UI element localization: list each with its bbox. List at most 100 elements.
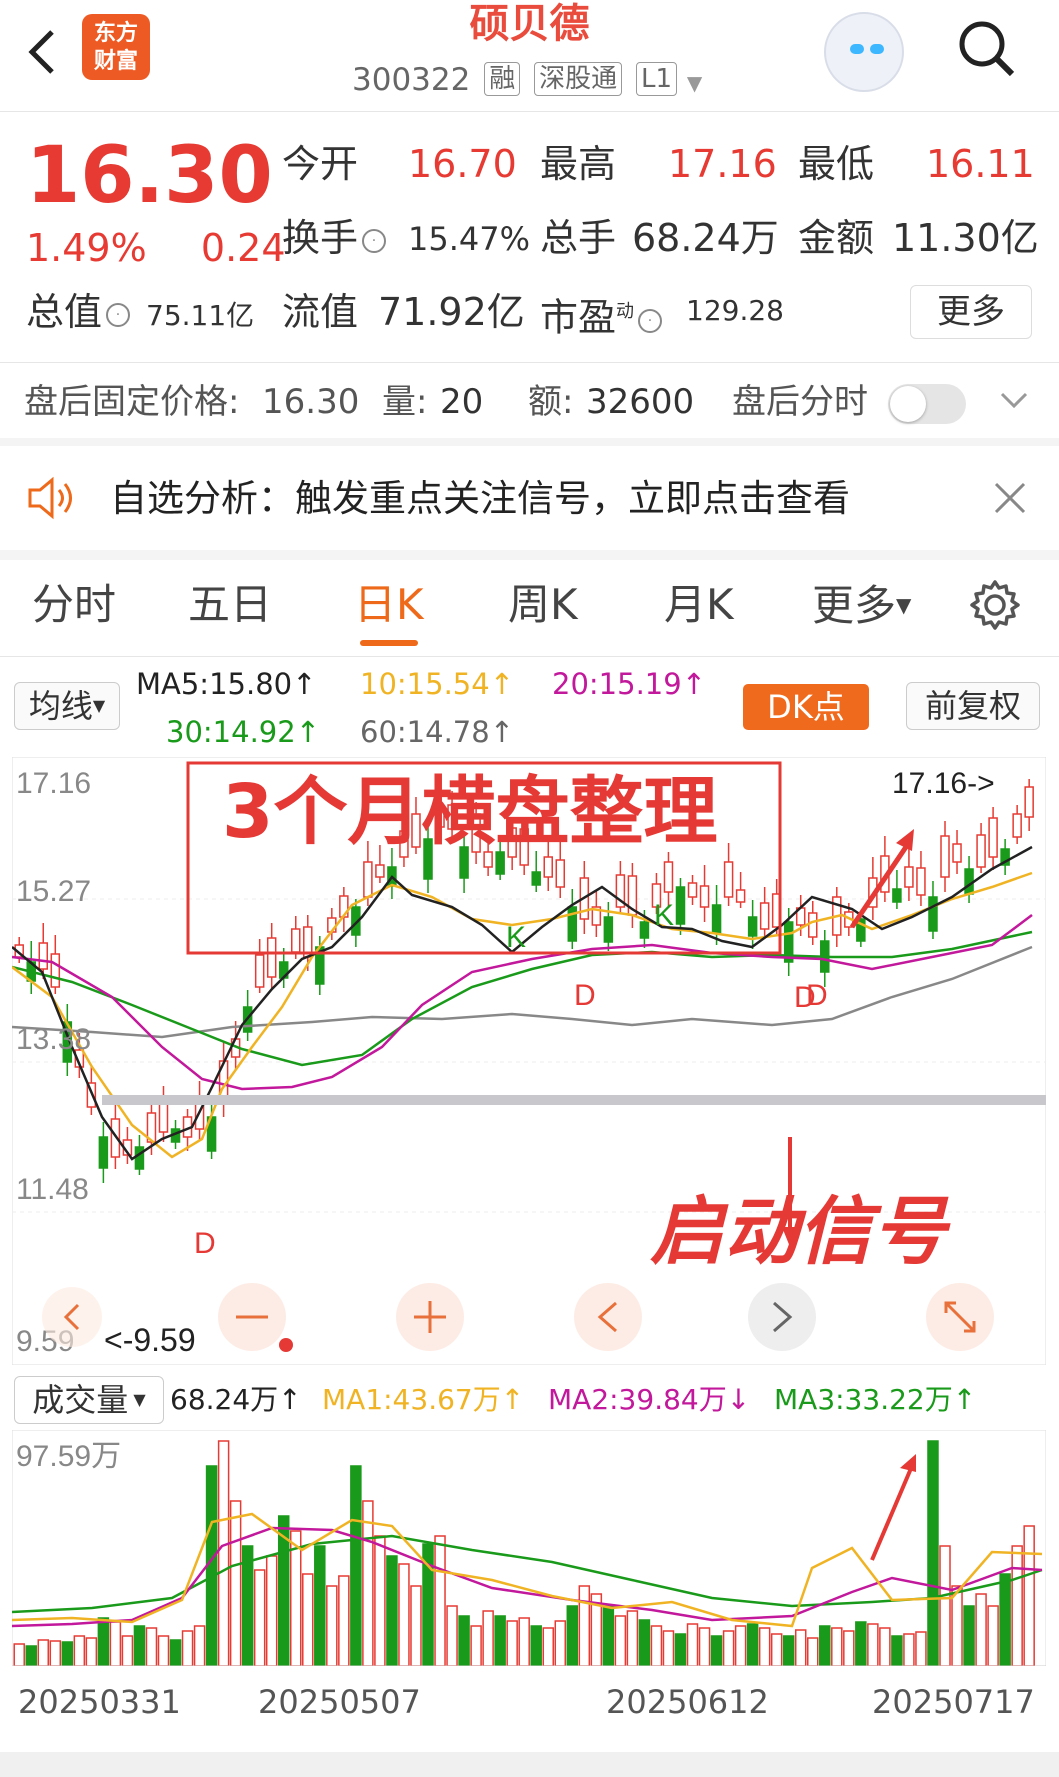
x-axis-date: 20250507 bbox=[258, 1683, 421, 1721]
volume-bar bbox=[602, 1605, 615, 1666]
volume-bar bbox=[614, 1615, 627, 1666]
volume-bar bbox=[506, 1620, 518, 1666]
close-icon[interactable] bbox=[992, 480, 1028, 520]
after-hours-toggle[interactable] bbox=[888, 384, 966, 424]
volume-bar bbox=[554, 1620, 567, 1666]
volume-y-tick: 97.59万 bbox=[16, 1440, 121, 1473]
candle-body bbox=[988, 817, 998, 858]
volume-bar bbox=[145, 1627, 158, 1666]
volume-bar bbox=[650, 1625, 663, 1666]
info-icon[interactable]: · bbox=[362, 229, 387, 253]
volume-bar bbox=[169, 1639, 182, 1666]
candle-body bbox=[639, 921, 650, 939]
volume-bar bbox=[434, 1535, 446, 1666]
candle-body bbox=[375, 864, 385, 878]
candle-body bbox=[1012, 813, 1022, 838]
y-tick-label: 13.38 bbox=[16, 1023, 91, 1056]
bottom-scrollbar[interactable] bbox=[0, 1752, 1059, 1777]
tab-weekly-k[interactable]: 周K bbox=[508, 570, 578, 640]
volume-bar bbox=[819, 1625, 831, 1666]
float-value: 71.92亿 bbox=[378, 290, 525, 334]
indicator-selector[interactable]: 成交量 ▼ bbox=[14, 1376, 164, 1424]
candle-body bbox=[892, 888, 902, 903]
volume-bar bbox=[121, 1635, 134, 1666]
volume-bar bbox=[542, 1627, 554, 1666]
x-axis-date: 20250331 bbox=[18, 1683, 181, 1721]
settings-gear-icon[interactable] bbox=[968, 578, 1022, 636]
tab-more[interactable]: 更多▼ bbox=[812, 570, 911, 641]
search-icon[interactable] bbox=[956, 18, 1016, 78]
signal-k-mark: K bbox=[654, 899, 674, 932]
candle-body bbox=[363, 861, 373, 898]
low-value: 16.11 bbox=[926, 142, 1035, 186]
pe-value: 129.28 bbox=[686, 294, 784, 327]
scroll-first-button[interactable] bbox=[42, 1287, 102, 1347]
dk-point-button[interactable]: DK点 bbox=[743, 684, 869, 730]
volume-bar bbox=[241, 1545, 254, 1666]
candle-body bbox=[976, 834, 986, 868]
vol-ma3: MA3:33.22万↑ bbox=[774, 1383, 977, 1416]
dropdown-icon[interactable]: ▼ bbox=[687, 71, 702, 95]
zoom-out-button[interactable] bbox=[218, 1283, 286, 1351]
turnover-label: 换手 · bbox=[282, 214, 390, 262]
open-value: 16.70 bbox=[408, 142, 517, 186]
volume-chart[interactable]: 97.59万 bbox=[12, 1430, 1046, 1666]
volume-bar bbox=[903, 1633, 915, 1666]
start-signal-annotation: 启动信号 bbox=[650, 1189, 951, 1275]
tab-timeshare[interactable]: 分时 bbox=[32, 570, 116, 640]
info-icon[interactable]: · bbox=[638, 308, 663, 333]
volume-bar bbox=[302, 1573, 314, 1666]
after-hours-price: 16.30 bbox=[262, 382, 360, 422]
notice-bar[interactable]: 自选分析：触发重点关注信号，立即点击查看 bbox=[0, 446, 1059, 550]
candle-body bbox=[916, 867, 926, 896]
info-icon[interactable]: · bbox=[106, 303, 131, 327]
volume-bar bbox=[987, 1605, 999, 1666]
volume-bar bbox=[494, 1615, 506, 1666]
ma60-value: 60:14.78↑ bbox=[360, 715, 514, 749]
zoom-in-button[interactable] bbox=[396, 1283, 464, 1351]
candle-body bbox=[687, 882, 698, 898]
volume-bar bbox=[686, 1623, 699, 1666]
volume-bar bbox=[85, 1637, 98, 1666]
tag-margin: 融 bbox=[484, 62, 521, 96]
volume-bar bbox=[73, 1635, 86, 1666]
volume-bar bbox=[782, 1635, 795, 1666]
volume-bar bbox=[566, 1605, 579, 1666]
adjust-button[interactable]: 前复权 bbox=[906, 682, 1040, 730]
tab-monthly-k[interactable]: 月K bbox=[664, 570, 734, 640]
volume-bar bbox=[746, 1623, 759, 1666]
volume-bar bbox=[806, 1637, 819, 1666]
volume-bar bbox=[217, 1440, 230, 1666]
scroll-right-button[interactable] bbox=[748, 1283, 816, 1351]
pe-label: 市盈动 · bbox=[540, 288, 666, 342]
tab-five-day[interactable]: 五日 bbox=[188, 570, 272, 640]
stock-code: 300322 bbox=[352, 62, 471, 98]
change-row: 1.49% 0.24 bbox=[26, 224, 286, 272]
fullscreen-button[interactable] bbox=[926, 1283, 994, 1351]
divider bbox=[0, 362, 1059, 363]
x-axis-date: 20250612 bbox=[606, 1683, 769, 1721]
more-button[interactable]: 更多 bbox=[910, 285, 1032, 339]
volume-bar bbox=[939, 1545, 951, 1666]
scroll-left-button[interactable] bbox=[574, 1283, 642, 1351]
volume-label: 总手 bbox=[540, 216, 617, 260]
volume-bar bbox=[289, 1530, 302, 1666]
volume-bar bbox=[350, 1465, 362, 1666]
assistant-robot-icon[interactable] bbox=[824, 12, 904, 92]
volume-bar bbox=[734, 1625, 747, 1666]
ma20-value: 20:15.19↑ bbox=[552, 667, 706, 701]
volume-bar bbox=[867, 1623, 879, 1666]
volume-bar bbox=[698, 1627, 711, 1666]
chevron-down-icon[interactable] bbox=[998, 388, 1030, 416]
candle-body bbox=[952, 843, 962, 863]
volume-bar bbox=[13, 1643, 25, 1666]
high-value: 17.16 bbox=[668, 142, 777, 186]
kline-chart[interactable]: 17.16 15.27 13.38 11.48 9.59 17.16-> <-9… bbox=[12, 757, 1046, 1365]
ma-selector[interactable]: 均线▼ bbox=[14, 682, 120, 730]
signal-d-mark: D bbox=[194, 1227, 216, 1260]
open-label: 今开 bbox=[282, 142, 359, 186]
y-tick-label: 17.16 bbox=[16, 767, 91, 800]
volume-bar bbox=[157, 1635, 170, 1666]
candle-body bbox=[50, 953, 61, 988]
tab-daily-k[interactable]: 日K bbox=[354, 570, 424, 640]
